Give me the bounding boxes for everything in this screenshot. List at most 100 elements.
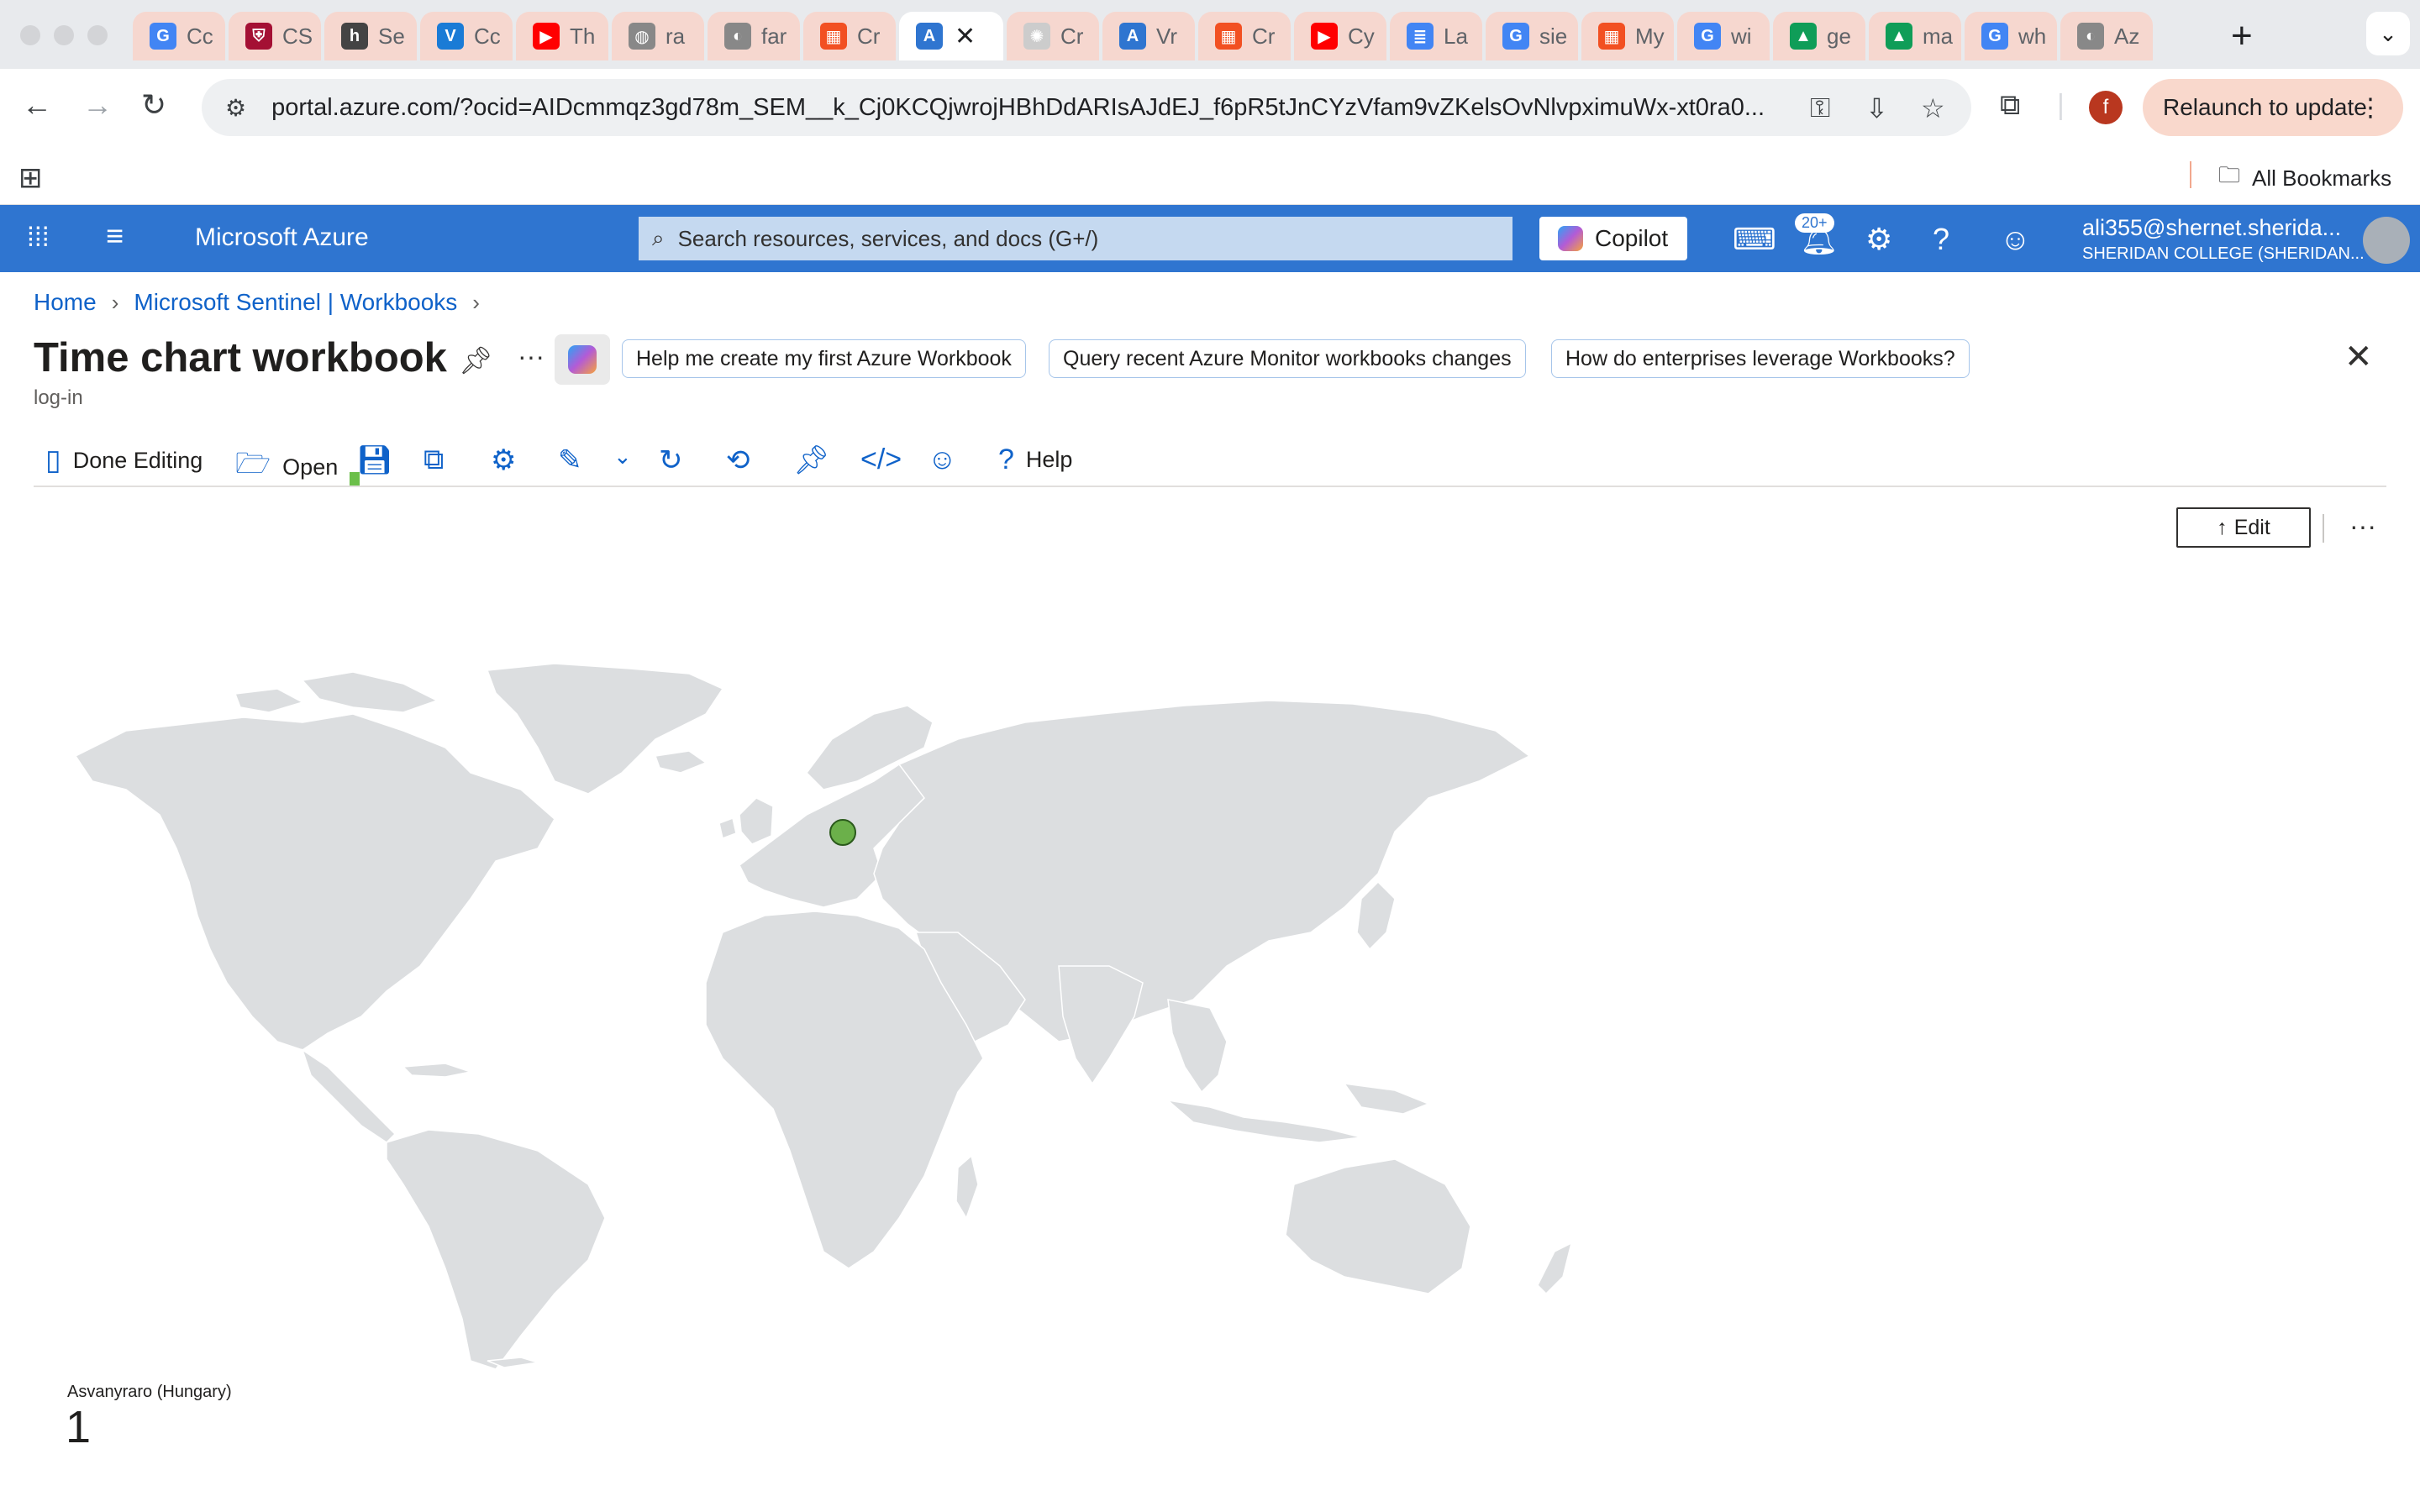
browser-tab[interactable]: Gwh [1965, 12, 2057, 60]
edit-pencil-button[interactable]: ✎ [558, 444, 582, 477]
more-options-icon[interactable]: ··· [2349, 511, 2376, 542]
drive-icon: ▲ [1886, 23, 1912, 50]
cloud-shell-icon[interactable]: ⌨ [1733, 222, 1776, 257]
azure-icon: A [1119, 23, 1146, 50]
pin-button[interactable]: 📌︎ [793, 444, 829, 477]
browser-tab[interactable]: G Cc [133, 12, 225, 60]
all-bookmarks-button[interactable]: 🗀 All Bookmarks [2218, 160, 2391, 197]
tab-title: wi [1731, 23, 1752, 49]
done-editing-button[interactable]: ▯ Done Editing [45, 444, 203, 477]
browser-tab[interactable]: ▶ Cy [1294, 12, 1386, 60]
key-icon[interactable]: ⚿ [1810, 92, 1830, 124]
browser-tab[interactable]: ✺ Cr [1007, 12, 1099, 60]
copilot-icon [1558, 226, 1583, 251]
breadcrumb-workbooks[interactable]: Microsoft Sentinel | Workbooks [134, 289, 457, 316]
azure-brand[interactable]: Microsoft Azure [195, 223, 369, 252]
browser-tab[interactable]: A ✕ [899, 12, 1003, 60]
browser-tab[interactable]: ◐ far [708, 12, 800, 60]
browser-tab[interactable]: ◍ ra [612, 12, 704, 60]
browser-tab[interactable]: ⛨ CS [229, 12, 321, 60]
more-options-icon[interactable]: ··· [518, 341, 544, 372]
help-icon[interactable]: ? [1933, 222, 1949, 257]
close-window-button[interactable] [20, 25, 40, 45]
settings-button[interactable]: ⚙ [491, 444, 516, 477]
copilot-button[interactable]: Copilot [1539, 217, 1687, 260]
browser-tab[interactable]: ▶ Th [516, 12, 608, 60]
edit-dropdown-button[interactable]: ⌄ [613, 444, 632, 470]
browser-tab[interactable]: ▦ Cr [803, 12, 896, 60]
pin-icon: 📌︎ [793, 444, 830, 476]
new-tab-button[interactable]: + [2231, 15, 2253, 57]
browser-tab[interactable]: Gwi [1677, 12, 1770, 60]
microsoft-icon: ▦ [1598, 23, 1625, 50]
portal-menu-icon[interactable]: ≡ [106, 218, 124, 254]
close-tab-icon[interactable]: ✕ [955, 22, 976, 51]
menu-dots-icon: ⋮ [2358, 93, 2383, 122]
forward-button[interactable]: → [82, 87, 113, 123]
browser-tab[interactable]: h Se [324, 12, 417, 60]
feedback-icon[interactable]: ☺ [2000, 222, 2031, 257]
browser-tab[interactable]: ▦ Cr [1198, 12, 1291, 60]
apps-grid-icon[interactable]: ⊞ [18, 161, 43, 195]
tab-title: Cr [1060, 23, 1084, 49]
profile-avatar[interactable]: f [2089, 91, 2123, 124]
done-editing-icon: ▯ [45, 444, 61, 476]
tab-search-button[interactable]: ⌄ [2366, 12, 2410, 55]
browser-tab[interactable]: V Cc [420, 12, 513, 60]
browser-tab[interactable]: ◐ Az [2060, 12, 2153, 60]
bookmarks-divider [2190, 161, 2191, 188]
save-button[interactable]: 💾︎ [356, 444, 392, 477]
suggestion-chip[interactable]: Help me create my first Azure Workbook [622, 339, 1026, 378]
shield-icon: ⛨ [245, 23, 272, 50]
browser-tab[interactable]: ▦ My [1581, 12, 1674, 60]
tab-title: CS [282, 23, 313, 49]
search-icon: ⌕ [652, 225, 665, 250]
done-editing-label: Done Editing [72, 447, 203, 473]
search-placeholder: Search resources, services, and docs (G+… [677, 225, 1099, 251]
youtube-icon: ▶ [1311, 23, 1338, 50]
settings-icon[interactable]: ⚙ [1865, 222, 1892, 257]
account-menu[interactable]: ali355@shernet.sherida... SHERIDAN COLLE… [2082, 215, 2365, 264]
tab-title: Th [570, 23, 596, 49]
feedback-button[interactable]: ☺ [928, 444, 957, 476]
extensions-icon[interactable]: ⧉ [2000, 89, 2020, 122]
hp-icon: h [341, 23, 368, 50]
maximize-window-button[interactable] [87, 25, 108, 45]
suggestion-chip[interactable]: How do enterprises leverage Workbooks? [1551, 339, 1970, 378]
bookmarks-bar: ⊞ 🗀 All Bookmarks [0, 146, 2420, 205]
browser-tab[interactable]: ▲ ma [1869, 12, 1961, 60]
help-label: Help [1025, 447, 1073, 472]
edit-button[interactable]: ↑ Edit [2176, 507, 2311, 548]
bookmark-star-icon[interactable]: ☆ [1921, 92, 1945, 124]
browser-tab[interactable]: A Vr [1102, 12, 1195, 60]
share-button[interactable]: ⟲ [726, 444, 750, 477]
browser-tab[interactable]: ▲ ge [1773, 12, 1865, 60]
help-button[interactable]: ? Help [998, 444, 1072, 476]
tab-title: Az [2114, 23, 2140, 49]
address-bar[interactable]: ⚙ portal.azure.com/?ocid=AIDcmmqz3gd78m_… [202, 79, 1971, 136]
microsoft-icon: ▦ [1215, 23, 1242, 50]
refresh-button[interactable]: ↻ [659, 444, 683, 477]
code-view-button[interactable]: </> [860, 444, 902, 476]
reload-button[interactable]: ↻ [141, 87, 166, 123]
close-blade-icon[interactable]: ✕ [2344, 338, 2373, 376]
app-launcher-icon[interactable]: ⁞⁞⁞ [27, 222, 50, 253]
user-avatar[interactable] [2363, 217, 2410, 264]
tab-title: Cc [474, 23, 501, 49]
drive-icon: ▲ [1790, 23, 1817, 50]
minimize-window-button[interactable] [54, 25, 74, 45]
map-point-marker[interactable] [829, 819, 856, 846]
site-info-icon[interactable]: ⚙ [225, 94, 246, 122]
browser-tab[interactable]: ≣ La [1390, 12, 1482, 60]
install-app-icon[interactable]: ⇩ [1865, 92, 1888, 124]
back-button[interactable]: ← [22, 87, 52, 123]
global-search-input[interactable]: ⌕ Search resources, services, and docs (… [639, 217, 1512, 260]
browser-tab[interactable]: Gsie [1486, 12, 1578, 60]
suggestion-chip[interactable]: Query recent Azure Monitor workbooks cha… [1049, 339, 1526, 378]
copilot-suggestion-button[interactable] [555, 334, 610, 385]
pin-icon[interactable]: 📌︎ [459, 344, 493, 376]
open-button[interactable]: 🗁 Open [235, 444, 338, 491]
save-as-button[interactable]: ⧉ [424, 444, 444, 476]
relaunch-button[interactable]: Relaunch to update ⋮ [2143, 79, 2403, 136]
breadcrumb-home[interactable]: Home [34, 289, 97, 316]
